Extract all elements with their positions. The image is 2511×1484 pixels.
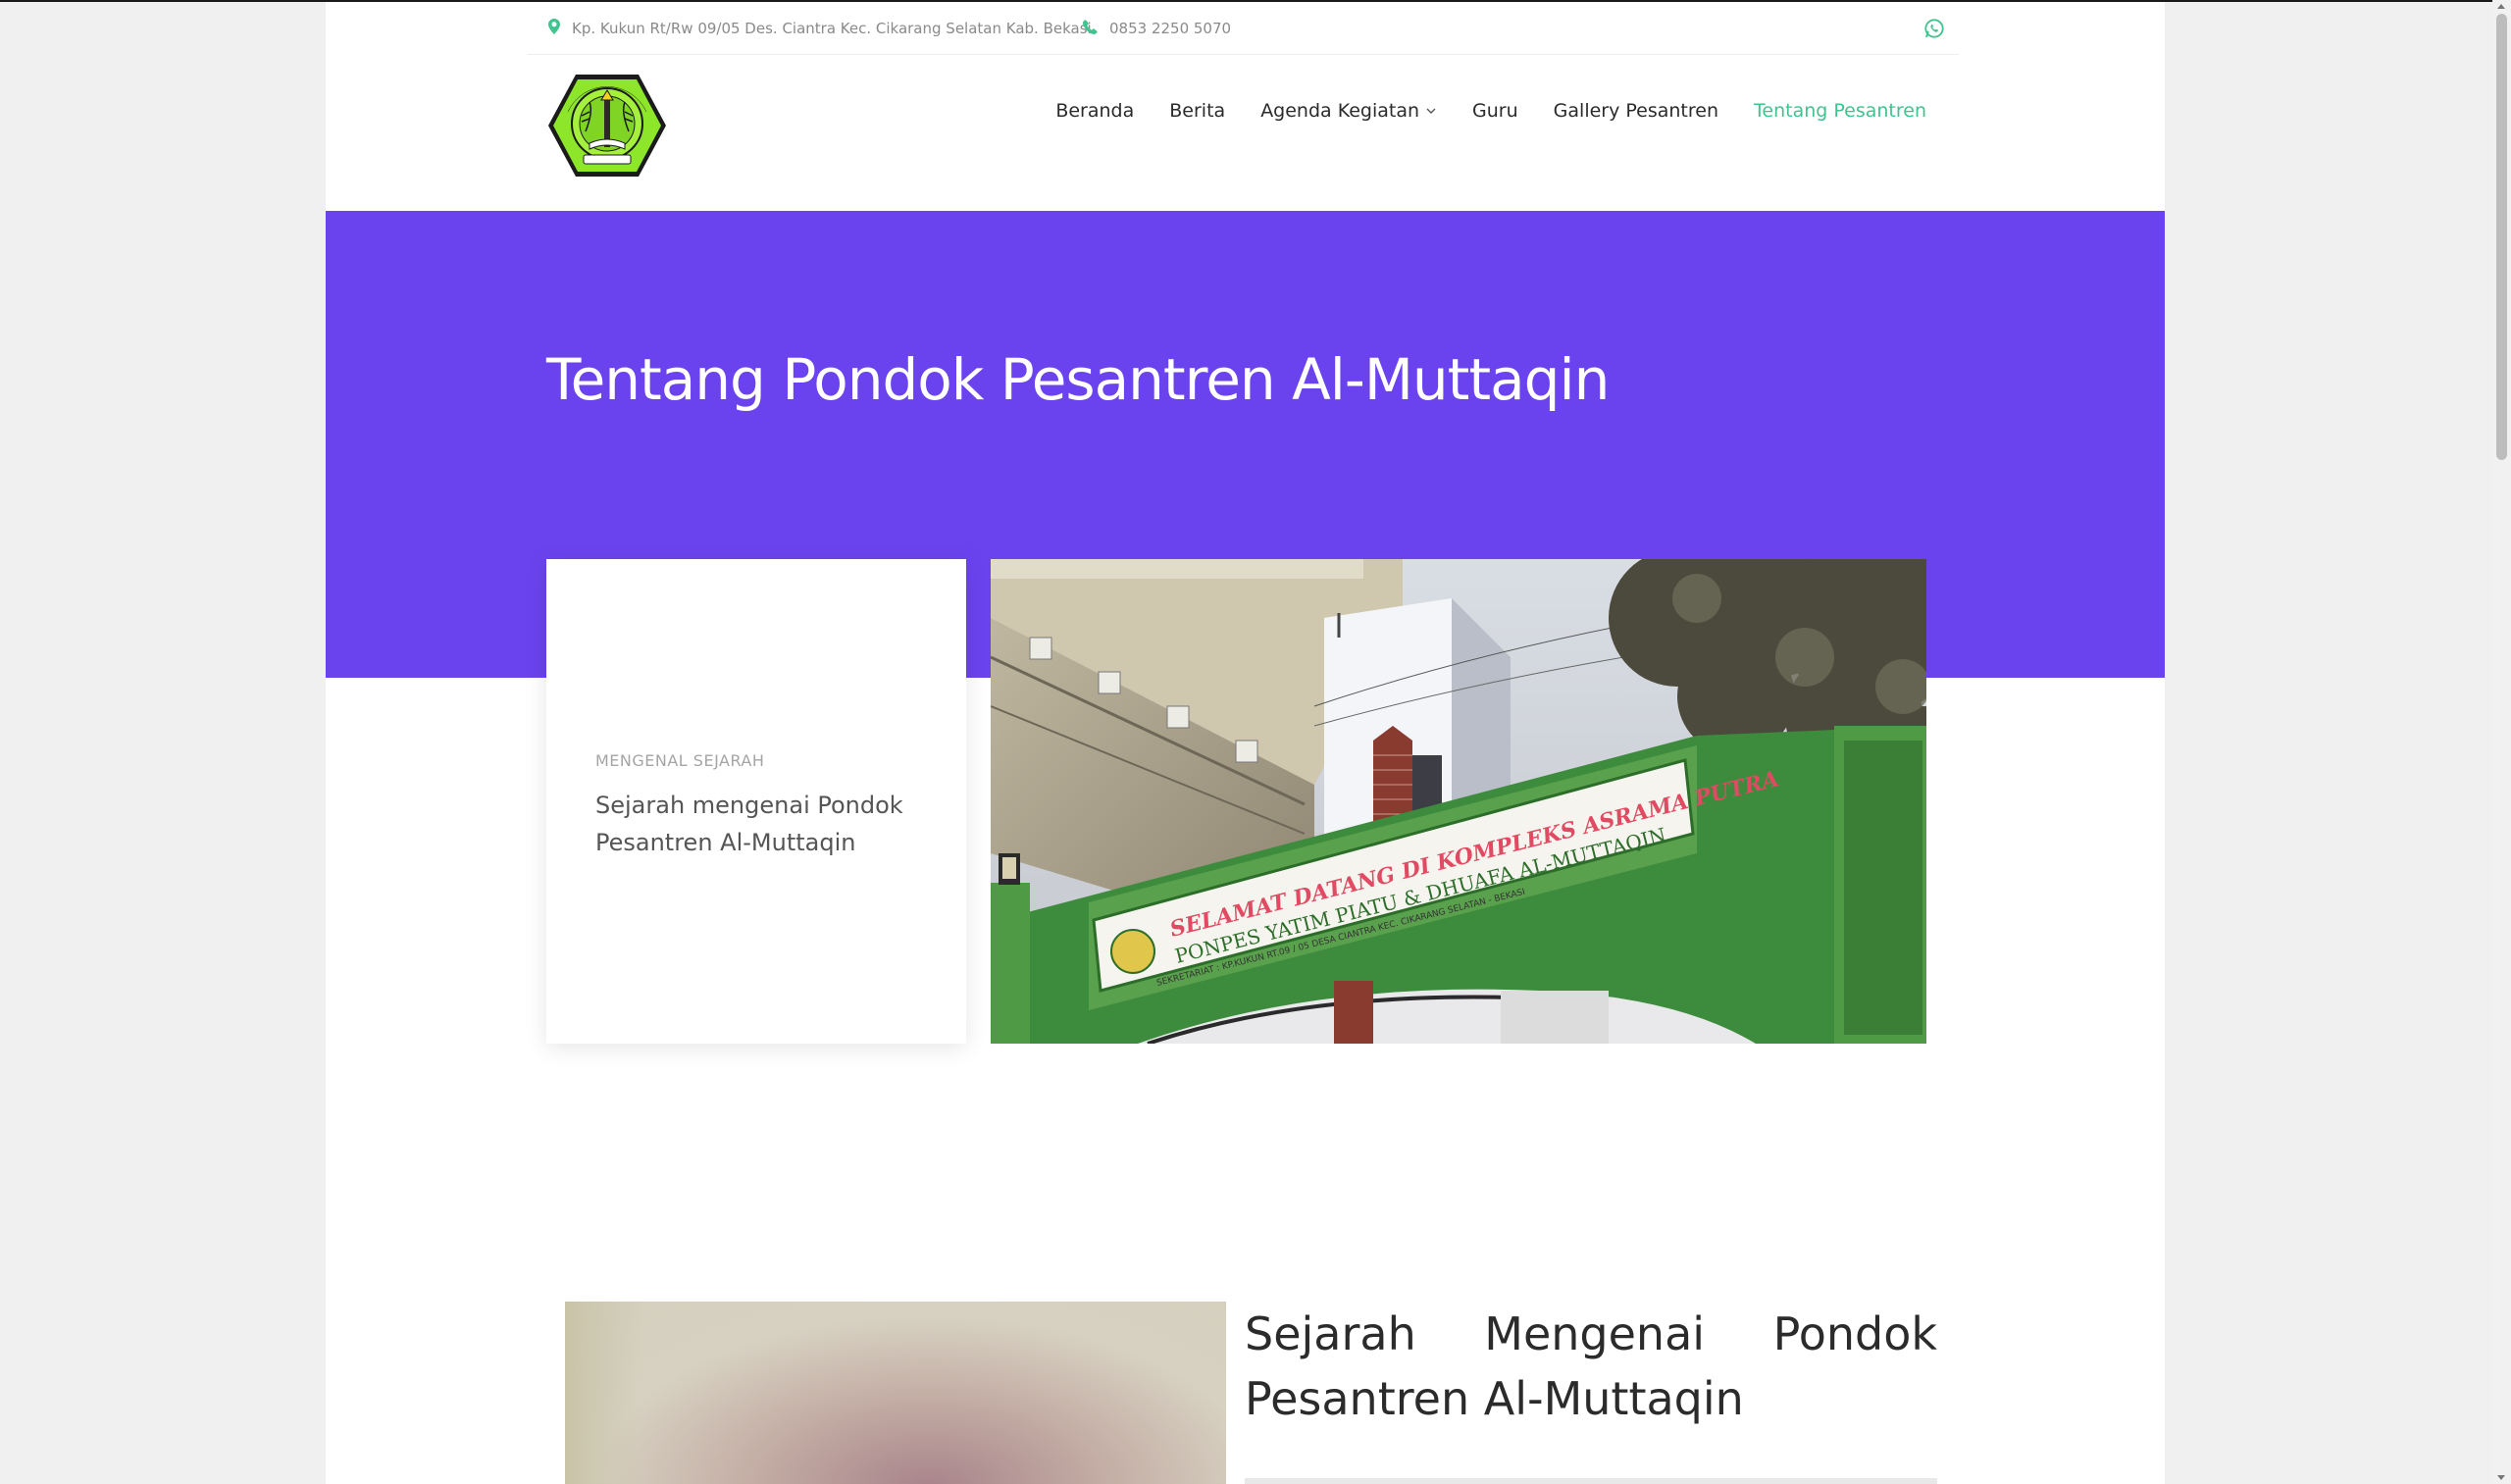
nav-item-guru[interactable]: Guru xyxy=(1472,100,1518,122)
nav-item-agenda-kegiatan[interactable]: Agenda Kegiatan xyxy=(1260,100,1437,122)
nav-item-label: Agenda Kegiatan xyxy=(1260,100,1420,122)
nav-item-label: Berita xyxy=(1169,100,1226,122)
section-title: Sejarah Mengenai Pondok Pesantren Al-Mut… xyxy=(1245,1307,1937,1425)
nav-item-beranda[interactable]: Beranda xyxy=(1055,100,1134,122)
history-card[interactable]: MENGENAL SEJARAH Sejarah mengenai Pondok… xyxy=(546,559,966,1044)
address-info: Kp. Kukun Rt/Rw 09/05 Des. Ciantra Kec. … xyxy=(548,2,1092,55)
chevron-down-icon xyxy=(1426,108,1436,114)
page-scrollbar[interactable] xyxy=(2492,0,2511,1484)
top-info-bar: Kp. Kukun Rt/Rw 09/05 Des. Ciantra Kec. … xyxy=(527,2,1959,55)
phone-text: 0853 2250 5070 xyxy=(1109,20,1232,37)
nav-item-tentang-pesantren[interactable]: Tentang Pesantren xyxy=(1754,100,1926,122)
address-text: Kp. Kukun Rt/Rw 09/05 Des. Ciantra Kec. … xyxy=(572,20,1092,37)
nav-item-gallery-pesantren[interactable]: Gallery Pesantren xyxy=(1554,100,1718,122)
section-text-preview xyxy=(1245,1478,1937,1484)
main-nav: Beranda Berita Agenda Kegiatan Guru Gall… xyxy=(1020,86,1926,135)
page-container: Kp. Kukun Rt/Rw 09/05 Des. Ciantra Kec. … xyxy=(326,2,2165,1484)
phone-info[interactable]: 0853 2250 5070 xyxy=(1082,2,1232,55)
map-pin-icon xyxy=(548,19,560,38)
nav-item-berita[interactable]: Berita xyxy=(1169,100,1225,122)
pesantren-gate-photo: SELAMAT DATANG DI KOMPLEKS ASRAMA PUTRA … xyxy=(991,559,1926,1044)
nav-item-label: Beranda xyxy=(1055,100,1135,122)
scroll-down-arrow-icon[interactable] xyxy=(2497,1475,2505,1480)
page-title: Tentang Pondok Pesantren Al-Muttaqin xyxy=(546,346,1610,413)
whatsapp-icon[interactable] xyxy=(1923,18,1945,39)
card-description: Sejarah mengenai Pondok Pesantren Al-Mut… xyxy=(595,792,903,856)
history-image xyxy=(565,1302,1226,1484)
site-logo[interactable] xyxy=(546,73,668,179)
nav-item-label: Guru xyxy=(1472,100,1518,122)
phone-icon xyxy=(1082,19,1098,38)
scroll-up-arrow-icon[interactable] xyxy=(2497,4,2505,9)
card-kicker: MENGENAL SEJARAH xyxy=(595,751,765,770)
nav-item-label: Gallery Pesantren xyxy=(1553,100,1719,122)
scrollbar-thumb[interactable] xyxy=(2496,14,2507,460)
nav-item-label: Tentang Pesantren xyxy=(1754,100,1926,122)
